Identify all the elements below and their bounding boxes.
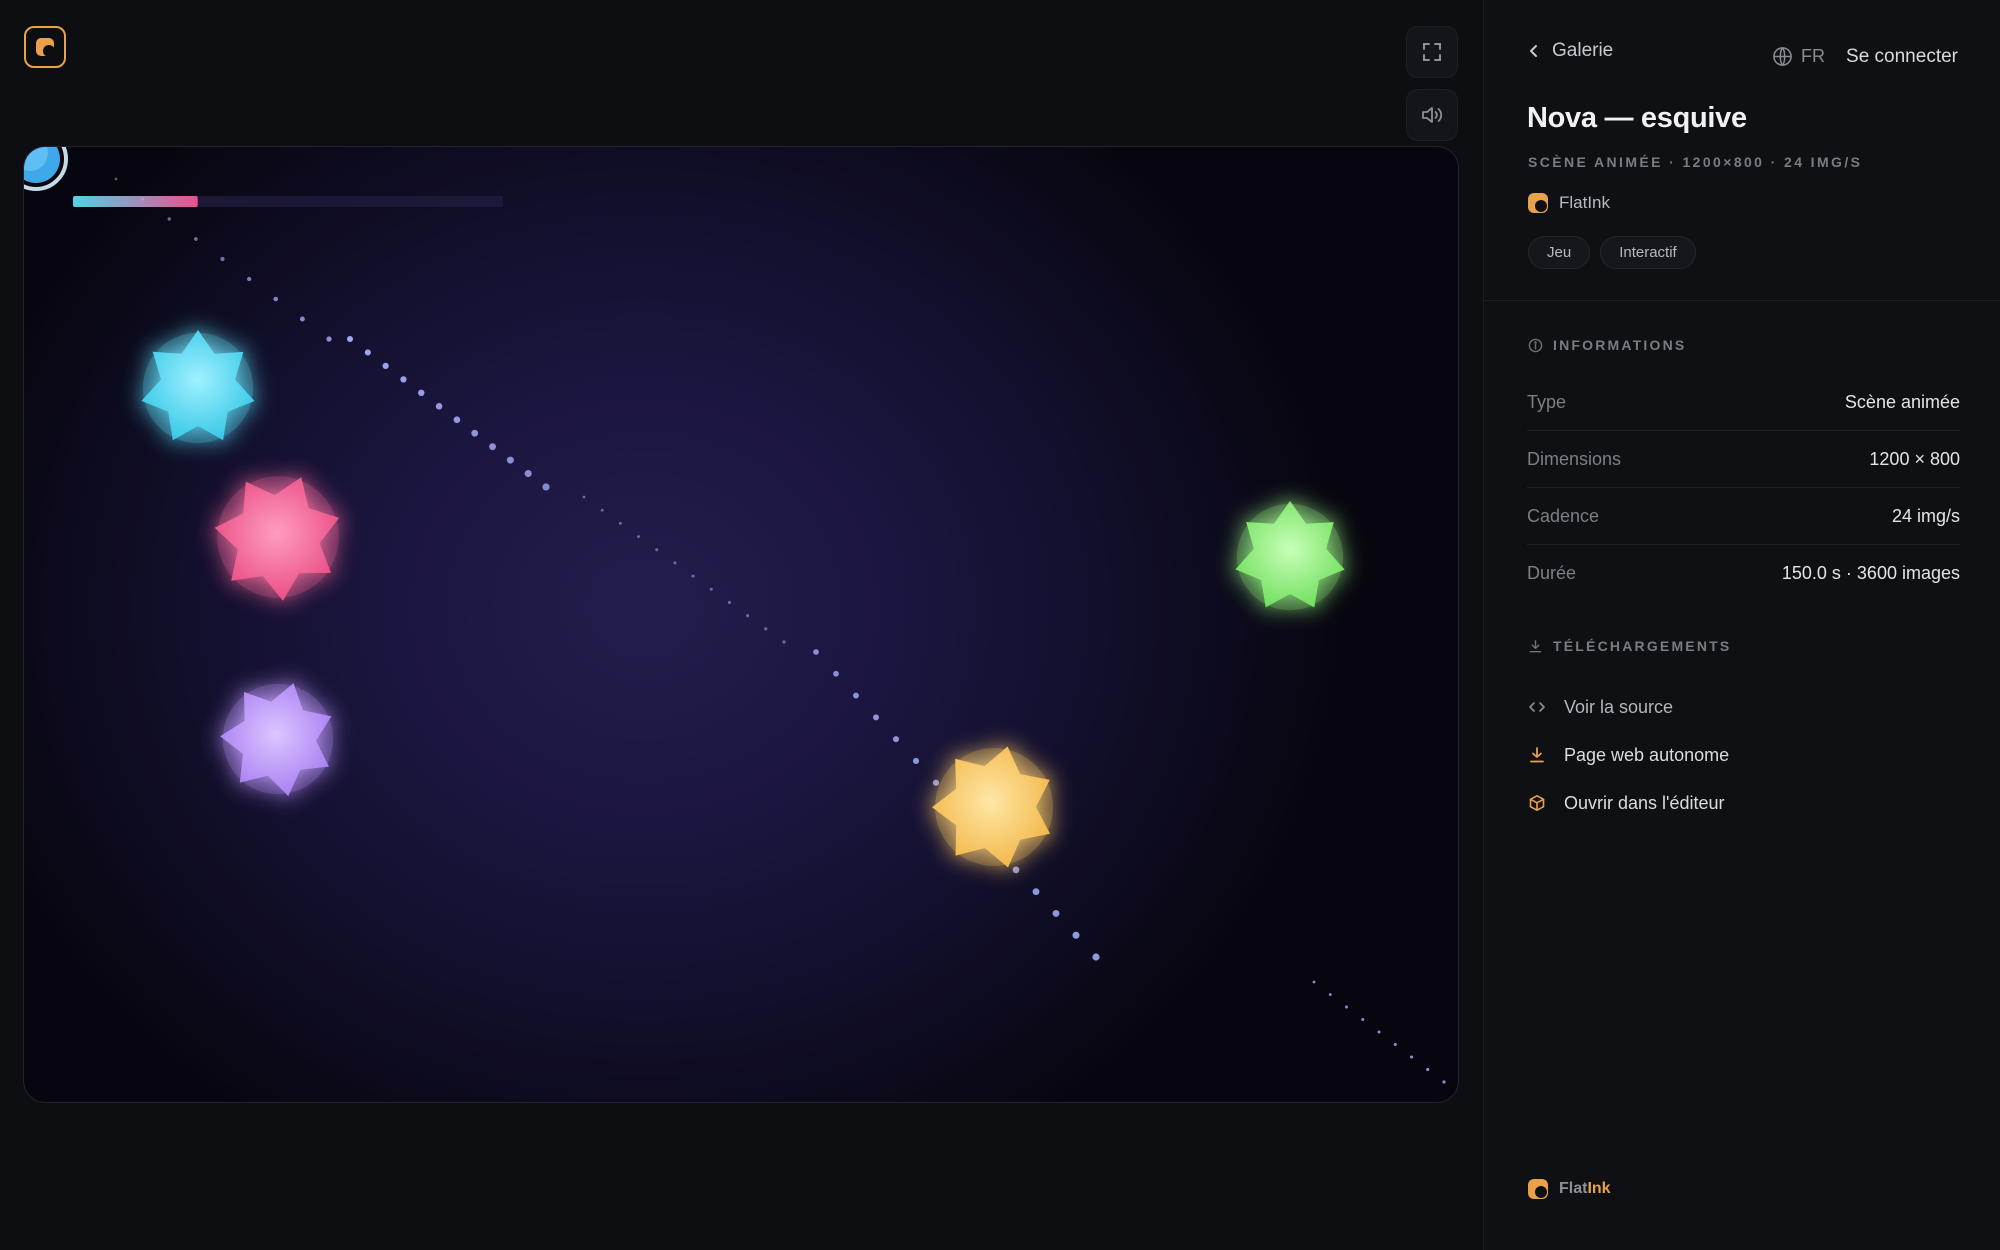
info-key: Cadence <box>1527 505 1600 526</box>
info-value: 1200 × 800 <box>1869 448 1960 469</box>
footer-brand[interactable]: FlatInk <box>1528 1179 1611 1199</box>
author-link[interactable]: FlatInk <box>1528 193 1610 213</box>
progress-fill <box>73 196 198 207</box>
tag-list: Jeu Interactif <box>1528 236 1696 269</box>
sound-button[interactable] <box>1406 89 1458 141</box>
tag-jeu[interactable]: Jeu <box>1528 236 1591 269</box>
download-label: Voir la source <box>1564 696 1674 717</box>
game-canvas[interactable] <box>23 146 1459 1103</box>
box-icon <box>1529 795 1545 811</box>
globe-icon <box>1773 47 1792 66</box>
yellow-star <box>932 746 1053 868</box>
download-label: Ouvrir dans l'éditeur <box>1564 792 1725 813</box>
info-row-dimensions: Dimensions 1200 × 800 <box>1527 431 1960 488</box>
signin-link[interactable]: Se connecter <box>1846 46 1958 68</box>
footer-brand-part-1: Flat <box>1559 1180 1588 1197</box>
info-row-cadence: Cadence 24 img/s <box>1527 488 1960 545</box>
info-icon <box>1528 338 1543 352</box>
download-icon <box>1530 747 1544 763</box>
info-section-heading: INFORMATIONS <box>1528 337 1686 353</box>
player-orb <box>24 147 68 191</box>
downloads-heading-label: TÉLÉCHARGEMENTS <box>1553 638 1732 654</box>
author-name: FlatInk <box>1559 193 1611 212</box>
downloads-section-heading: TÉLÉCHARGEMENTS <box>1528 638 1731 654</box>
flatink-logo-icon <box>1528 193 1548 213</box>
divider <box>1484 300 2000 301</box>
open-editor-link[interactable]: Ouvrir dans l'éditeur <box>1528 779 1729 827</box>
info-key: Durée <box>1527 563 1577 583</box>
info-row-type: Type Scène animée <box>1527 374 1960 431</box>
details-panel: Galerie FR Se connecter Nova — esquive S… <box>1483 0 2000 1250</box>
fullscreen-icon <box>1423 43 1441 61</box>
info-row-duree: Durée 150.0 s · 3600 images <box>1527 545 1960 602</box>
flatink-logo-icon <box>1528 1179 1548 1199</box>
standalone-page-link[interactable]: Page web autonome <box>1528 731 1729 779</box>
progress-bar <box>73 196 503 207</box>
stage-area <box>0 0 1483 1250</box>
back-label: Galerie <box>1552 40 1614 61</box>
green-star <box>1235 501 1345 611</box>
page-title: Nova — esquive <box>1527 102 1747 134</box>
tag-interactif[interactable]: Interactif <box>1600 236 1696 269</box>
info-value: 150.0 s · 3600 images <box>1781 563 1960 583</box>
download-icon <box>1529 639 1542 652</box>
info-table: Type Scène animée Dimensions 1200 × 800 … <box>1527 374 1960 602</box>
info-value: Scène animée <box>1844 391 1960 412</box>
info-key: Dimensions <box>1527 448 1622 469</box>
download-label: Page web autonome <box>1564 744 1730 765</box>
dot-trail <box>114 177 1446 1084</box>
cyan-star <box>141 330 255 444</box>
info-key: Type <box>1527 391 1567 412</box>
language-switch[interactable]: FR <box>1772 46 1825 67</box>
downloads-list: Voir la source Page web autonome Ouvrir … <box>1528 683 1729 827</box>
info-value: 24 img/s <box>1891 505 1960 526</box>
code-icon <box>1529 702 1545 712</box>
back-to-gallery-link[interactable]: Galerie <box>1528 40 1613 62</box>
fullscreen-button[interactable] <box>1406 26 1458 78</box>
page-subtitle: SCÈNE ANIMÉE · 1200×800 · 24 IMG/S <box>1528 154 1863 170</box>
language-label: FR <box>1801 46 1825 66</box>
purple-star <box>220 683 334 797</box>
pink-star <box>214 476 340 601</box>
view-source-link[interactable]: Voir la source <box>1528 683 1729 731</box>
speaker-icon <box>1422 107 1443 123</box>
footer-brand-part-2: Ink <box>1587 1180 1611 1197</box>
info-heading-label: INFORMATIONS <box>1553 337 1687 353</box>
chevron-left-icon <box>1530 45 1537 57</box>
flatink-logo-icon[interactable] <box>24 26 66 68</box>
